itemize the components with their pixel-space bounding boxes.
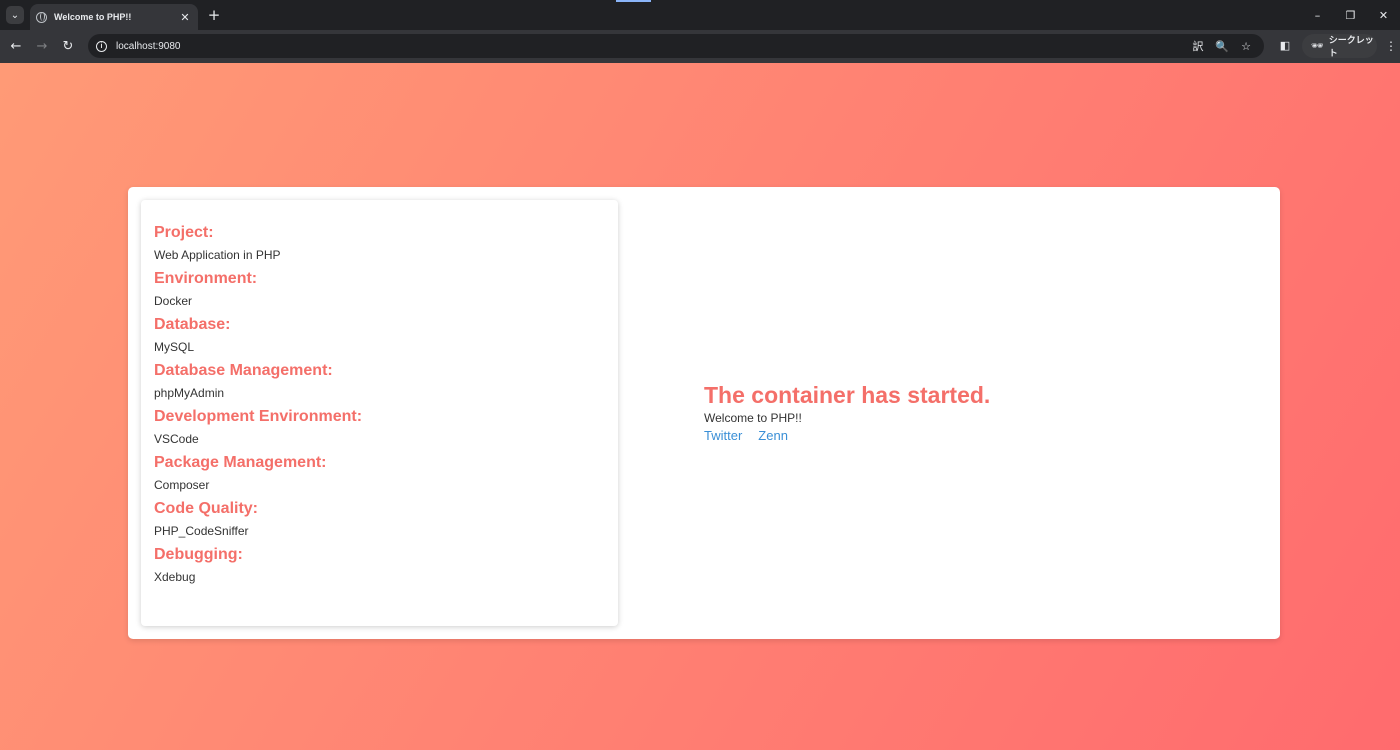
incognito-chip[interactable]: 🕶 シークレット [1302, 34, 1377, 59]
translate-icon[interactable]: 訳 [1190, 38, 1206, 54]
info-value: Web Application in PHP [154, 248, 281, 262]
twitter-link[interactable]: Twitter [704, 428, 742, 444]
welcome-message: Welcome to PHP!! [704, 411, 802, 425]
info-heading: Database: [154, 316, 231, 333]
info-heading: Code Quality: [154, 500, 259, 517]
info-heading: Database Management: [154, 362, 333, 379]
info-heading: Environment: [154, 270, 258, 287]
minimize-button[interactable]: – [1301, 0, 1334, 30]
browser-toolbar: ← → ↻ i localhost:9080 訳 🔍 ☆ ◧ 🕶 シークレット … [0, 30, 1400, 63]
window-controls: – ❐ ✕ [1301, 0, 1400, 30]
forward-button[interactable]: → [32, 36, 52, 56]
social-links: Twitter Zenn [704, 428, 990, 444]
bookmark-star-icon[interactable]: ☆ [1238, 38, 1254, 54]
incognito-icon: 🕶 [1311, 40, 1324, 52]
info-item-environment: Environment: Docker [154, 270, 605, 308]
tab-group-indicator [616, 0, 651, 2]
info-heading: Debugging: [154, 546, 243, 563]
welcome-section: The container has started. Welcome to PH… [704, 381, 990, 444]
main-card: Project: Web Application in PHP Environm… [128, 187, 1280, 639]
info-item-project: Project: Web Application in PHP [154, 224, 605, 262]
new-tab-button[interactable]: + [206, 6, 222, 24]
tab-strip: ⌄ Welcome to PHP!! ✕ + – ❐ ✕ [0, 0, 1400, 30]
info-item-debugging: Debugging: Xdebug [154, 546, 605, 584]
url-text[interactable]: localhost:9080 [116, 41, 181, 52]
tab-search-button[interactable]: ⌄ [6, 6, 24, 24]
site-info-icon[interactable]: i [96, 40, 107, 52]
info-item-database-management: Database Management: phpMyAdmin [154, 362, 605, 400]
incognito-label: シークレット [1328, 36, 1374, 59]
info-item-development-environment: Development Environment: VSCode [154, 408, 605, 446]
info-item-package-management: Package Management: Composer [154, 454, 605, 492]
tech-stack-panel: Project: Web Application in PHP Environm… [141, 200, 618, 626]
page-viewport: Project: Web Application in PHP Environm… [0, 63, 1400, 750]
info-value: VSCode [154, 432, 199, 446]
browser-menu-icon[interactable]: ⋮ [1385, 38, 1397, 54]
side-panel-icon[interactable]: ◧ [1278, 38, 1292, 52]
address-bar[interactable]: i localhost:9080 訳 🔍 ☆ [88, 34, 1264, 58]
zenn-link[interactable]: Zenn [758, 428, 788, 444]
info-value: Composer [154, 478, 210, 492]
info-value: MySQL [154, 340, 195, 354]
active-tab[interactable]: Welcome to PHP!! ✕ [30, 4, 198, 30]
globe-icon [36, 11, 47, 23]
info-value: PHP_CodeSniffer [154, 524, 249, 538]
info-heading: Development Environment: [154, 408, 363, 425]
reload-button[interactable]: ↻ [58, 36, 78, 56]
omnibox-actions: 訳 🔍 ☆ [1190, 38, 1254, 54]
info-value: Docker [154, 294, 193, 308]
restore-button[interactable]: ❐ [1334, 0, 1367, 30]
info-value: Xdebug [154, 570, 196, 584]
page-title: The container has started. [704, 382, 991, 408]
info-heading: Package Management: [154, 454, 327, 471]
info-item-code-quality: Code Quality: PHP_CodeSniffer [154, 500, 605, 538]
tab-close-icon[interactable]: ✕ [178, 11, 192, 24]
back-button[interactable]: ← [6, 36, 26, 56]
info-value: phpMyAdmin [154, 386, 225, 400]
info-heading: Project: [154, 224, 214, 241]
info-item-database: Database: MySQL [154, 316, 605, 354]
tab-title: Welcome to PHP!! [54, 12, 132, 22]
close-window-button[interactable]: ✕ [1367, 0, 1400, 30]
zoom-icon[interactable]: 🔍 [1214, 38, 1230, 54]
